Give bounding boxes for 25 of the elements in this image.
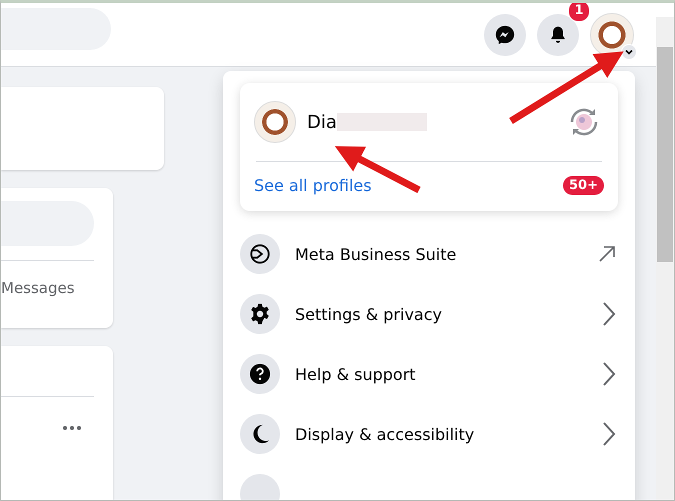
messenger-button[interactable] bbox=[484, 14, 526, 56]
notifications-button[interactable] bbox=[537, 14, 579, 56]
scrollbar[interactable] bbox=[656, 17, 674, 500]
messenger-icon bbox=[494, 24, 516, 46]
menu-item[interactable]: Meta Business Suite bbox=[240, 224, 618, 284]
help-icon bbox=[240, 354, 280, 394]
search-field[interactable] bbox=[1, 8, 111, 50]
business-suite-icon bbox=[240, 234, 280, 274]
input-field[interactable] bbox=[1, 201, 94, 246]
settings-icon bbox=[240, 294, 280, 334]
chevron-right-icon bbox=[602, 421, 616, 447]
more-icon[interactable] bbox=[63, 426, 81, 430]
notification-count: 1 bbox=[568, 3, 590, 22]
menu-item[interactable]: Help & support bbox=[240, 344, 618, 404]
external-link-icon bbox=[598, 245, 616, 263]
chevron-right-icon bbox=[602, 301, 616, 327]
chevron-right-icon bbox=[602, 361, 616, 387]
profile-avatar bbox=[254, 101, 296, 143]
profile-count-badge: 50+ bbox=[563, 176, 604, 195]
moon-icon bbox=[240, 414, 280, 454]
profile-name[interactable]: Dia bbox=[307, 112, 337, 132]
messages-label[interactable]: Messages bbox=[1, 279, 113, 297]
menu-item[interactable]: Settings & privacy bbox=[240, 284, 618, 344]
see-all-profiles-link[interactable]: See all profiles bbox=[254, 176, 372, 195]
menu-item[interactable]: Display & accessibility bbox=[240, 404, 618, 464]
